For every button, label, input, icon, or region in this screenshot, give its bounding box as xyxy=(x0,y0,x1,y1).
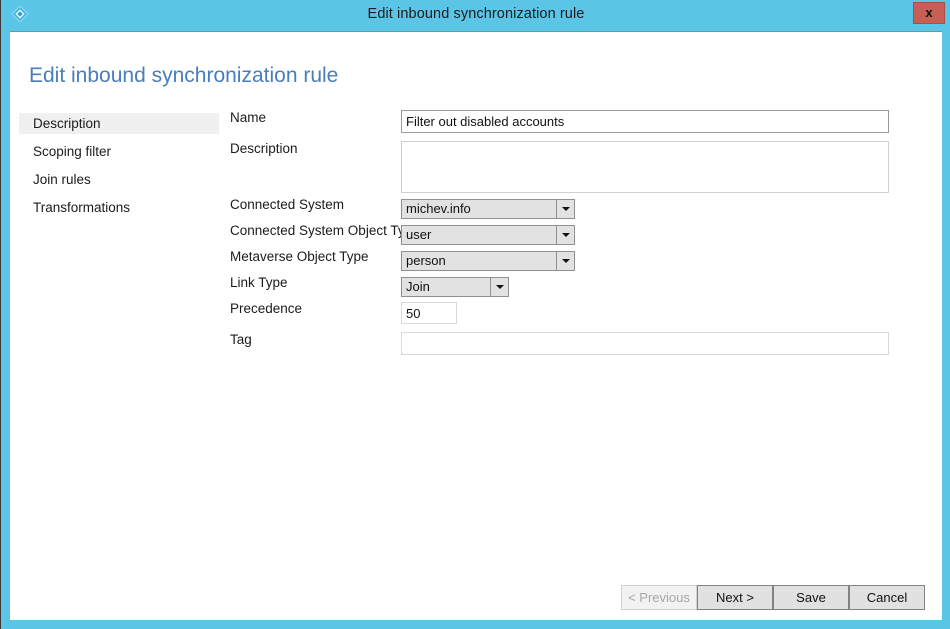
chevron-down-icon[interactable] xyxy=(490,278,508,296)
close-button[interactable]: x xyxy=(913,2,945,24)
description-textarea[interactable] xyxy=(401,141,889,193)
link-type-combobox[interactable]: Join xyxy=(401,277,509,297)
cancel-button[interactable]: Cancel xyxy=(849,585,925,610)
link-type-label: Link Type xyxy=(230,275,288,290)
chevron-down-icon[interactable] xyxy=(556,252,574,270)
tag-label: Tag xyxy=(230,332,252,347)
link-type-value: Join xyxy=(406,278,430,296)
sidebar-item-join-rules[interactable]: Join rules xyxy=(19,169,219,190)
description-label: Description xyxy=(230,141,298,156)
metaverse-object-type-combobox[interactable]: person xyxy=(401,251,575,271)
sidebar-item-transformations[interactable]: Transformations xyxy=(19,197,219,218)
title-bar: Edit inbound synchronization rule x xyxy=(1,0,950,28)
chevron-down-icon[interactable] xyxy=(556,226,574,244)
sidebar-item-description[interactable]: Description xyxy=(19,113,219,134)
connected-system-object-type-label: Connected System Object Type xyxy=(230,223,420,238)
name-label: Name xyxy=(230,110,266,125)
next-button[interactable]: Next > xyxy=(697,585,773,610)
connected-system-combobox[interactable]: michev.info xyxy=(401,199,575,219)
connected-system-object-type-combobox[interactable]: user xyxy=(401,225,575,245)
page-title: Edit inbound synchronization rule xyxy=(29,64,338,88)
connected-system-value: michev.info xyxy=(406,200,471,218)
precedence-input[interactable] xyxy=(401,302,457,324)
metaverse-object-type-value: person xyxy=(406,252,446,270)
save-button[interactable]: Save xyxy=(773,585,849,610)
metaverse-object-type-label: Metaverse Object Type xyxy=(230,249,369,264)
chevron-down-icon[interactable] xyxy=(556,200,574,218)
dialog-content: Edit inbound synchronization rule Descri… xyxy=(10,31,942,620)
name-input[interactable] xyxy=(401,110,889,133)
dialog-window: Edit inbound synchronization rule x Edit… xyxy=(0,0,950,629)
sidebar-item-scoping-filter[interactable]: Scoping filter xyxy=(19,141,219,162)
window-title: Edit inbound synchronization rule xyxy=(1,0,950,28)
precedence-label: Precedence xyxy=(230,301,302,316)
previous-button[interactable]: < Previous xyxy=(621,585,697,610)
wizard-step-nav: Description Scoping filter Join rules Tr… xyxy=(19,113,219,225)
connected-system-label: Connected System xyxy=(230,197,344,212)
connected-system-object-type-value: user xyxy=(406,226,431,244)
tag-input[interactable] xyxy=(401,332,889,355)
